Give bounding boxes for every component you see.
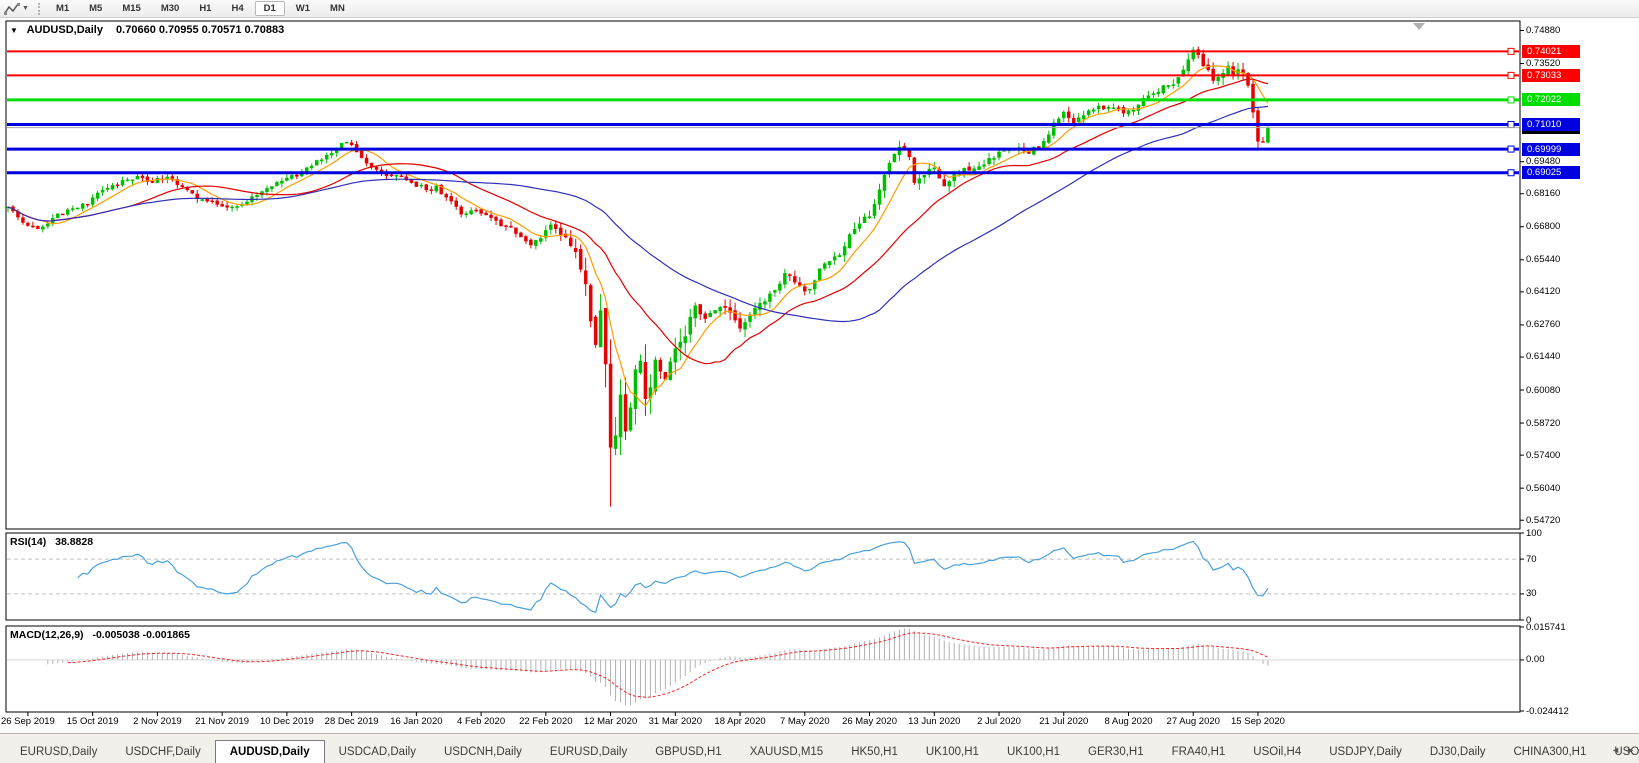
- symbol-tab-eurusd-daily[interactable]: EURUSD,Daily: [536, 742, 641, 763]
- chart-ohlc-values: 0.70660 0.70955 0.70571 0.70883: [116, 24, 284, 36]
- trendline-tool-icon[interactable]: [4, 2, 20, 16]
- symbol-tab-uk100-h1[interactable]: UK100,H1: [993, 742, 1074, 763]
- rsi-value: 38.8828: [55, 536, 93, 548]
- timeframe-button-h4[interactable]: H4: [222, 1, 252, 16]
- chart-title: ▼ AUDUSD,Daily 0.70660 0.70955 0.70571 0…: [10, 24, 284, 36]
- chart-canvas[interactable]: [0, 0, 1639, 763]
- symbol-tab-hk50-h1[interactable]: HK50,H1: [837, 742, 912, 763]
- tab-scroll-left-icon[interactable]: ◄: [1611, 745, 1620, 755]
- symbol-tab-china300-h1[interactable]: CHINA300,H1: [1500, 742, 1601, 763]
- symbol-tab-uk100-h1[interactable]: UK100,H1: [912, 742, 993, 763]
- symbol-tab-usdchf-daily[interactable]: USDCHF,Daily: [111, 742, 214, 763]
- trendline-tool-dropdown-icon[interactable]: ▼: [22, 5, 29, 12]
- symbol-tab-fra40-h1[interactable]: FRA40,H1: [1158, 742, 1240, 763]
- symbol-tab-ger30-h1[interactable]: GER30,H1: [1074, 742, 1158, 763]
- symbol-tab-xauusd-m15[interactable]: XAUUSD,M15: [736, 742, 838, 763]
- timeframe-button-h1[interactable]: H1: [190, 1, 220, 16]
- chart-symbol: AUDUSD,Daily: [27, 24, 103, 36]
- symbol-tab-usoil-h4[interactable]: USOil,H4: [1239, 742, 1315, 763]
- toolbar-grip[interactable]: [38, 3, 41, 15]
- timeframe-button-d1[interactable]: D1: [255, 1, 285, 16]
- symbol-tabbar: EURUSD,DailyUSDCHF,DailyAUDUSD,DailyUSDC…: [0, 733, 1639, 763]
- rsi-label: RSI(14) 38.8828: [10, 536, 93, 548]
- symbol-tab-usdjpy-daily[interactable]: USDJPY,Daily: [1315, 742, 1416, 763]
- timeframe-button-mn[interactable]: MN: [321, 1, 354, 16]
- timeframe-button-m30[interactable]: M30: [152, 1, 188, 16]
- timeframe-button-m5[interactable]: M5: [80, 1, 111, 16]
- timeframe-button-m1[interactable]: M1: [47, 1, 78, 16]
- symbol-tab-usdcnh-daily[interactable]: USDCNH,Daily: [430, 742, 536, 763]
- top-toolbar: ▼ M1M5M15M30H1H4D1W1MN: [0, 0, 1639, 18]
- timeframe-button-w1[interactable]: W1: [287, 1, 319, 16]
- symbol-tab-dj30-daily[interactable]: DJ30,Daily: [1416, 742, 1500, 763]
- symbol-tab-eurusd-daily[interactable]: EURUSD,Daily: [6, 742, 111, 763]
- macd-label: MACD(12,26,9) -0.005038 -0.001865: [10, 629, 190, 641]
- symbol-tab-gbpusd-h1[interactable]: GBPUSD,H1: [641, 742, 735, 763]
- symbol-tab-audusd-daily[interactable]: AUDUSD,Daily: [215, 740, 325, 763]
- symbol-tab-usdcad-daily[interactable]: USDCAD,Daily: [325, 742, 430, 763]
- tab-scroll-right-icon[interactable]: ►: [1626, 745, 1635, 755]
- macd-values: -0.005038 -0.001865: [92, 629, 190, 641]
- chart-menu-icon[interactable]: ▼: [10, 26, 18, 35]
- timeframe-button-m15[interactable]: M15: [113, 1, 149, 16]
